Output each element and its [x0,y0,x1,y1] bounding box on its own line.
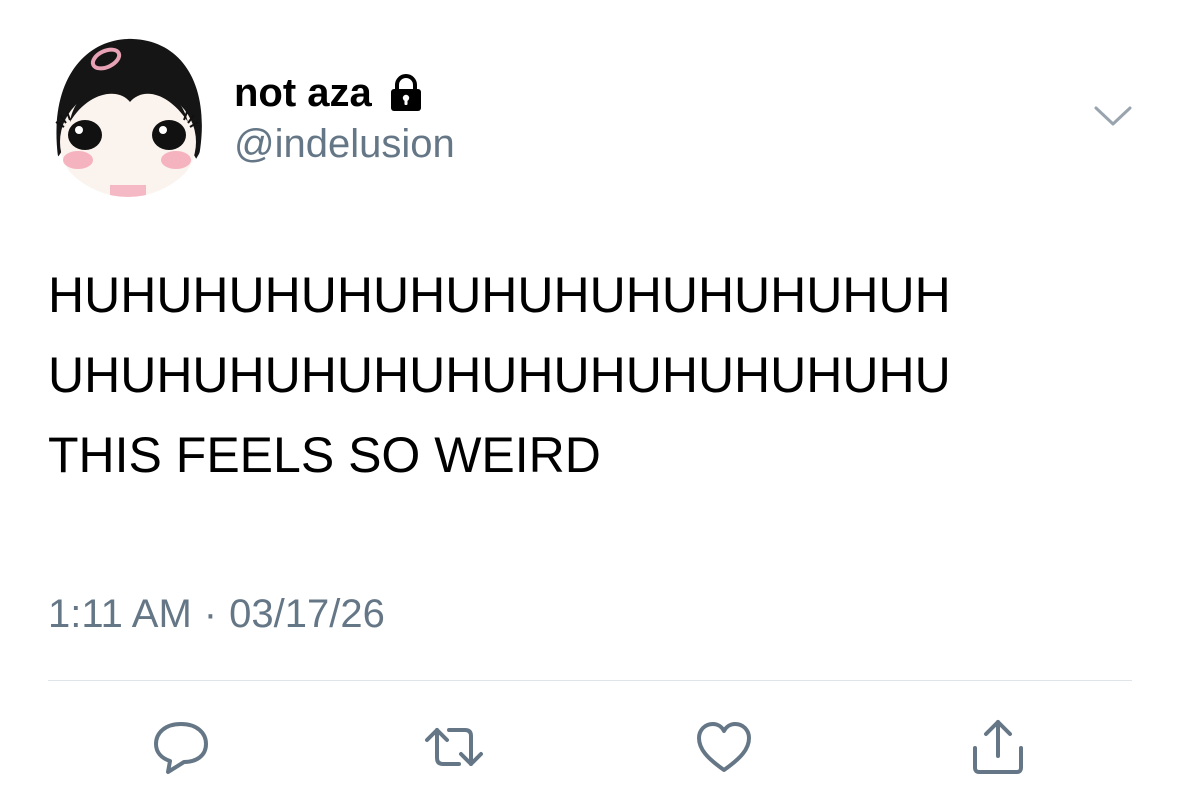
chevron-down-icon[interactable] [1092,100,1134,130]
divider [48,680,1132,681]
tweet-text-line: UHUHUHUHUHUHUHUHUHUHUHUHU [48,347,951,403]
timestamp-separator: · [203,592,218,636]
tweet-timestamp[interactable]: 1:11 AM · 03/17/26 [48,590,385,638]
user-name-row: not aza [234,68,426,118]
share-icon [973,720,1023,774]
tweet-text: HUHUHUHUHUHUHUHUHUHUHUHUH UHUHUHUHUHUHUH… [48,255,1138,495]
share-button[interactable] [963,712,1033,782]
tweet-date: 03/17/26 [229,592,385,636]
user-handle[interactable]: @indelusion [234,124,455,164]
reply-icon [154,722,208,774]
tweet-text-line: THIS FEELS SO WEIRD [48,427,601,483]
like-button[interactable] [689,712,759,782]
retweet-button[interactable] [419,712,489,782]
tweet: not aza @indelusion HUHUHUHUHUHUHUHUHUHU… [0,0,1179,804]
cartoon-girl-avatar-icon [48,37,208,197]
display-name[interactable]: not aza [234,73,372,113]
tweet-time: 1:11 AM [48,592,192,636]
tweet-text-line: HUHUHUHUHUHUHUHUHUHUHUHUH [48,267,951,323]
tweet-actions [0,712,1179,782]
reply-button[interactable] [146,712,216,782]
lock-icon [390,74,421,111]
retweet-icon [425,728,483,766]
avatar[interactable] [48,37,208,197]
heart-icon [697,722,751,772]
